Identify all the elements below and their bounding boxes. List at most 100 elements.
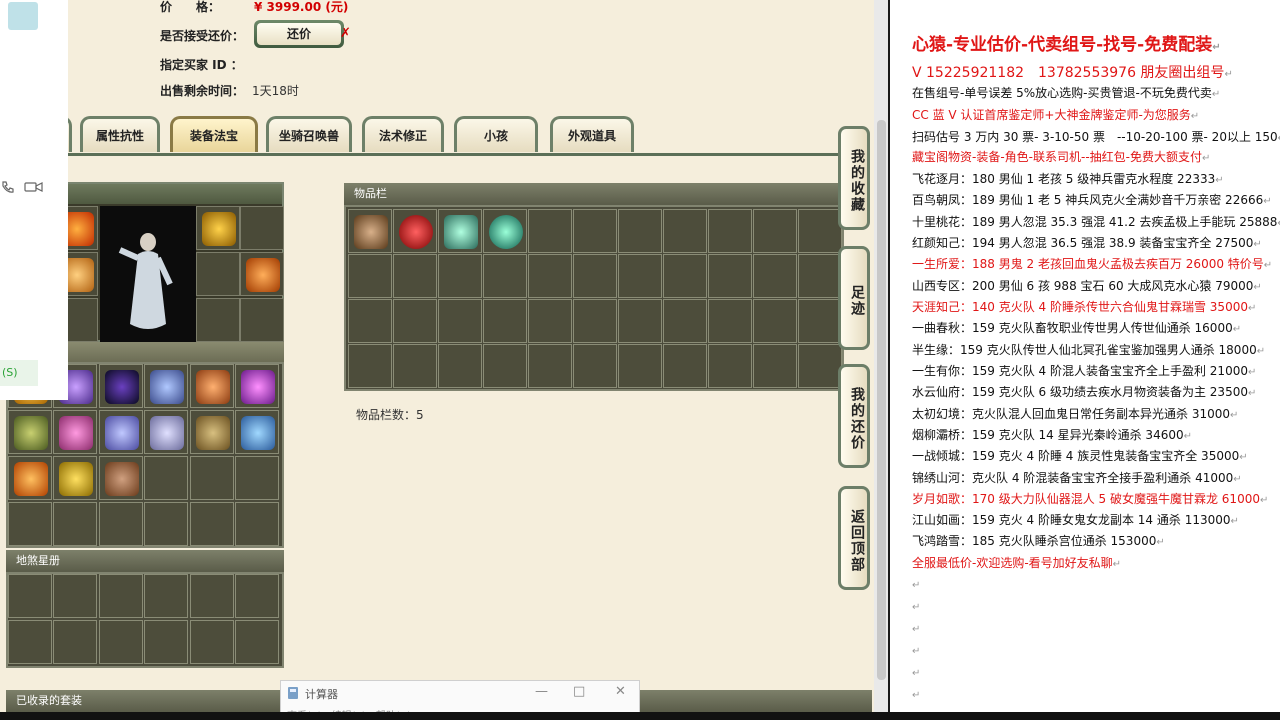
star-slot[interactable]	[53, 574, 97, 618]
inventory-slot[interactable]	[753, 209, 797, 253]
star-slot[interactable]	[144, 620, 188, 664]
inventory-slot[interactable]	[528, 299, 572, 343]
inventory-slot[interactable]	[393, 254, 437, 298]
star-slot[interactable]	[190, 574, 234, 618]
inventory-slot[interactable]	[573, 344, 617, 388]
star-slot[interactable]	[235, 574, 279, 618]
inventory-slot[interactable]	[618, 209, 662, 253]
treasure-slot[interactable]	[99, 456, 143, 500]
treasure-slot[interactable]	[8, 502, 52, 546]
counter-offer-button[interactable]: 还价	[254, 20, 344, 48]
treasure-slot[interactable]	[235, 502, 279, 546]
footprint-button[interactable]: 足迹	[838, 246, 870, 350]
inventory-slot[interactable]	[483, 254, 527, 298]
inventory-slot[interactable]	[348, 299, 392, 343]
inventory-slot[interactable]	[798, 254, 842, 298]
minimize-button[interactable]: —	[535, 684, 548, 699]
inventory-slot[interactable]	[753, 344, 797, 388]
inventory-slot[interactable]	[483, 299, 527, 343]
inventory-slot[interactable]	[618, 299, 662, 343]
tab-spell-correction[interactable]: 法术修正	[362, 116, 444, 152]
treasure-slot[interactable]	[99, 502, 143, 546]
treasure-slot[interactable]	[144, 410, 188, 454]
treasure-slot[interactable]	[144, 456, 188, 500]
inventory-slot[interactable]	[483, 209, 527, 253]
page-scrollbar-thumb[interactable]	[877, 120, 886, 680]
inventory-slot[interactable]	[618, 344, 662, 388]
inventory-slot[interactable]	[573, 299, 617, 343]
treasure-slot[interactable]	[235, 364, 279, 408]
close-button[interactable]: ✕	[615, 684, 626, 699]
treasure-slot[interactable]	[235, 410, 279, 454]
equip-slot[interactable]	[240, 206, 284, 250]
inventory-slot[interactable]	[708, 254, 752, 298]
treasure-slot[interactable]	[53, 410, 97, 454]
star-slot[interactable]	[144, 574, 188, 618]
inventory-slot[interactable]	[663, 254, 707, 298]
treasure-slot[interactable]	[190, 502, 234, 546]
star-slot[interactable]	[99, 574, 143, 618]
star-slot[interactable]	[53, 620, 97, 664]
maximize-button[interactable]: □	[573, 684, 585, 699]
treasure-slot[interactable]	[8, 456, 52, 500]
tab-child[interactable]: 小孩	[454, 116, 538, 152]
inventory-slot[interactable]	[438, 299, 482, 343]
treasure-slot[interactable]	[190, 364, 234, 408]
treasure-slot[interactable]	[53, 502, 97, 546]
treasure-slot[interactable]	[99, 410, 143, 454]
inventory-slot[interactable]	[708, 299, 752, 343]
inventory-slot[interactable]	[708, 209, 752, 253]
tab-mounts-pets[interactable]: 坐骑召唤兽	[266, 116, 352, 152]
my-favorites-button[interactable]: 我的收藏	[838, 126, 870, 230]
inventory-slot[interactable]	[393, 209, 437, 253]
inventory-slot[interactable]	[798, 299, 842, 343]
inventory-slot[interactable]	[438, 344, 482, 388]
inventory-slot[interactable]	[438, 209, 482, 253]
treasure-slot[interactable]	[99, 364, 143, 408]
star-slot[interactable]	[190, 620, 234, 664]
treasure-slot[interactable]	[190, 410, 234, 454]
inventory-slot[interactable]	[663, 344, 707, 388]
inventory-slot[interactable]	[483, 344, 527, 388]
inventory-slot[interactable]	[393, 299, 437, 343]
tab-attributes[interactable]: 属性抗性	[80, 116, 160, 152]
inventory-slot[interactable]	[663, 209, 707, 253]
my-counter-offers-button[interactable]: 我的还价	[838, 364, 870, 468]
treasure-slot[interactable]	[144, 502, 188, 546]
inventory-slot[interactable]	[573, 254, 617, 298]
equip-slot[interactable]	[196, 252, 240, 296]
inventory-slot[interactable]	[393, 344, 437, 388]
phone-icon[interactable]	[0, 180, 16, 194]
tab-equipment[interactable]: 装备法宝	[170, 116, 258, 152]
equip-slot[interactable]	[196, 206, 240, 250]
inventory-slot[interactable]	[438, 254, 482, 298]
treasure-slot[interactable]	[144, 364, 188, 408]
equip-slot[interactable]	[240, 298, 284, 342]
star-slot[interactable]	[235, 620, 279, 664]
inventory-slot[interactable]	[753, 299, 797, 343]
treasure-slot[interactable]	[235, 456, 279, 500]
inventory-slot[interactable]	[528, 209, 572, 253]
inventory-slot[interactable]	[798, 209, 842, 253]
equip-slot[interactable]	[196, 298, 240, 342]
inventory-slot[interactable]	[663, 299, 707, 343]
treasure-slot[interactable]	[8, 410, 52, 454]
inventory-slot[interactable]	[348, 209, 392, 253]
treasure-slot[interactable]	[53, 456, 97, 500]
star-slot[interactable]	[8, 574, 52, 618]
back-to-top-button[interactable]: 返回顶部	[838, 486, 870, 590]
equip-slot[interactable]	[240, 252, 284, 296]
tab-appearance[interactable]: 外观道具	[550, 116, 634, 152]
star-slot[interactable]	[99, 620, 143, 664]
inventory-slot[interactable]	[753, 254, 797, 298]
inventory-slot[interactable]	[573, 209, 617, 253]
inventory-slot[interactable]	[618, 254, 662, 298]
video-call-icon[interactable]	[24, 181, 44, 193]
inventory-slot[interactable]	[528, 254, 572, 298]
treasure-slot[interactable]	[190, 456, 234, 500]
inventory-slot[interactable]	[528, 344, 572, 388]
star-slot[interactable]	[8, 620, 52, 664]
inventory-slot[interactable]	[348, 254, 392, 298]
inventory-slot[interactable]	[348, 344, 392, 388]
avatar[interactable]	[8, 2, 38, 30]
